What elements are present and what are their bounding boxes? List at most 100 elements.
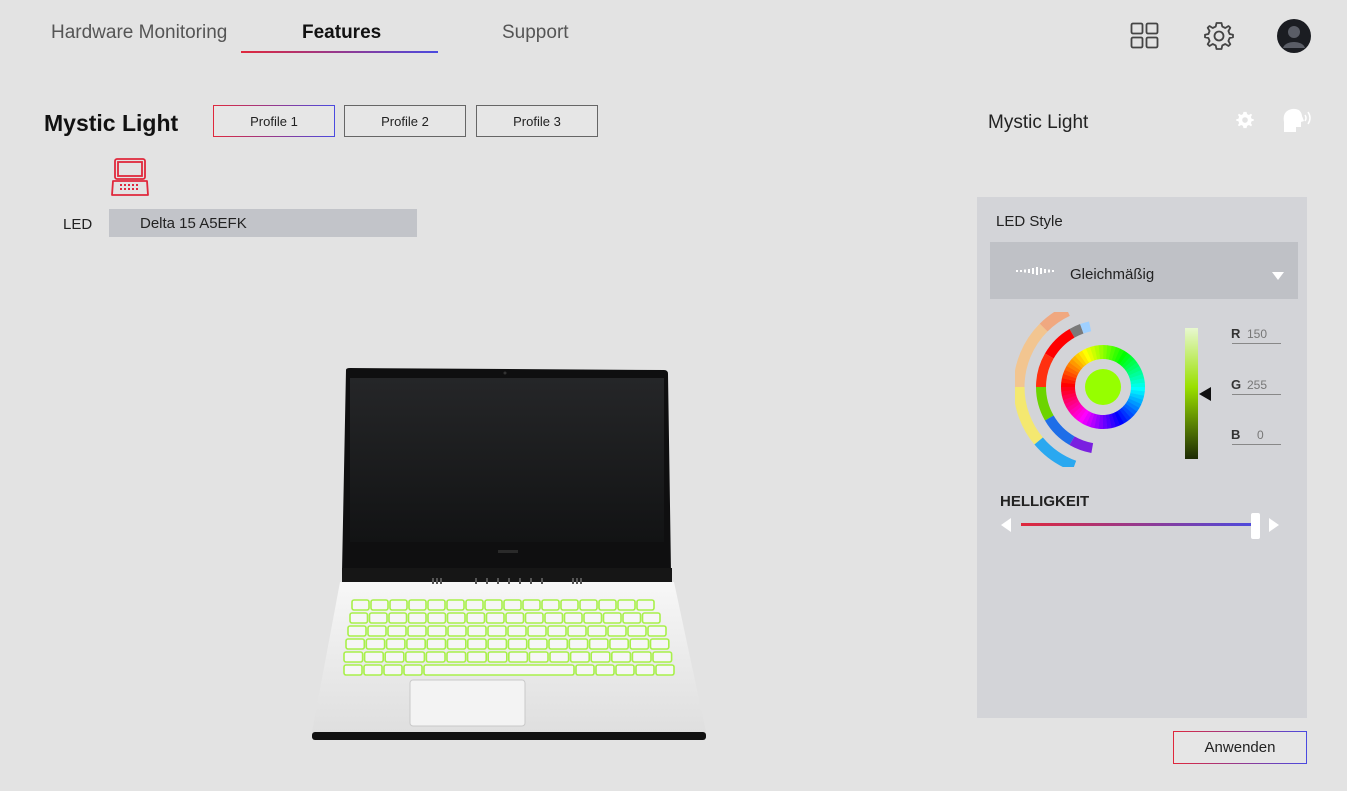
- keyboard-key: [427, 612, 447, 624]
- hue-ring-segment[interactable]: [1082, 348, 1092, 363]
- keyboard-key: [610, 651, 632, 663]
- apply-button[interactable]: Anwenden: [1173, 731, 1307, 764]
- arrow-right-icon[interactable]: [1269, 518, 1279, 537]
- keyboard-key: [647, 625, 667, 637]
- hue-ring-segment[interactable]: [1090, 345, 1098, 361]
- tab-hardware-monitoring[interactable]: Hardware Monitoring: [51, 22, 227, 44]
- tab-support[interactable]: Support: [502, 22, 569, 44]
- keyboard-key: [487, 651, 508, 663]
- profile-2-button[interactable]: Profile 2: [344, 105, 466, 137]
- keyboard-key: [607, 625, 627, 637]
- preset-color-arc[interactable]: [1036, 353, 1054, 388]
- hue-ring-segment[interactable]: [1085, 346, 1095, 362]
- hue-ring-segment[interactable]: [1064, 365, 1079, 376]
- hue-ring-segment[interactable]: [1063, 369, 1078, 379]
- keyboard-key: [427, 599, 446, 611]
- color-wheel-picker[interactable]: [1013, 305, 1185, 472]
- keyboard-key: [548, 638, 569, 650]
- hue-ring-segment[interactable]: [1128, 369, 1144, 379]
- hue-ring-segment[interactable]: [1127, 366, 1142, 376]
- hue-ring-segment[interactable]: [1128, 395, 1143, 405]
- preset-color-arc[interactable]: [1069, 436, 1094, 453]
- hue-ring-segment[interactable]: [1119, 407, 1132, 422]
- hue-ring-segment[interactable]: [1061, 392, 1077, 400]
- hue-ring-segment[interactable]: [1074, 352, 1087, 367]
- hue-ring-segment[interactable]: [1116, 350, 1128, 365]
- hue-ring-segment[interactable]: [1105, 414, 1112, 429]
- hue-ring-segment[interactable]: [1129, 374, 1145, 382]
- hue-ring-segment[interactable]: [1114, 348, 1125, 363]
- profile-1-button[interactable]: Profile 1: [213, 105, 335, 137]
- r-value-field[interactable]: 150: [1232, 327, 1281, 344]
- hue-ring-segment[interactable]: [1064, 398, 1079, 408]
- keyboard-key: [446, 599, 465, 611]
- preset-color-arc[interactable]: [1039, 305, 1071, 332]
- hue-ring-segment[interactable]: [1061, 373, 1077, 382]
- device-name: Delta 15 A5EFK: [140, 214, 247, 232]
- hue-ring-segment[interactable]: [1108, 413, 1116, 429]
- hue-ring-segment[interactable]: [1123, 403, 1137, 416]
- hue-ring-segment[interactable]: [1129, 392, 1145, 401]
- hue-ring-segment[interactable]: [1081, 411, 1092, 426]
- hue-ring-segment[interactable]: [1078, 350, 1090, 365]
- hue-ring-segment[interactable]: [1111, 347, 1121, 362]
- preset-color-arc[interactable]: [1069, 324, 1084, 338]
- hue-ring-segment[interactable]: [1105, 345, 1113, 360]
- preset-color-arc[interactable]: [1044, 328, 1075, 359]
- hue-ring-segment[interactable]: [1116, 409, 1128, 424]
- grid-icon[interactable]: [1130, 22, 1160, 55]
- hue-ring-segment[interactable]: [1108, 345, 1117, 361]
- keyboard-key: [343, 664, 363, 676]
- keyboard-key: [487, 625, 507, 637]
- laptop-icon[interactable]: [110, 157, 150, 202]
- hue-ring-segment[interactable]: [1066, 362, 1081, 374]
- hue-ring-segment[interactable]: [1085, 412, 1095, 427]
- hue-ring-segment[interactable]: [1061, 377, 1076, 385]
- hue-ring-segment[interactable]: [1068, 403, 1083, 416]
- hue-ring-segment[interactable]: [1061, 389, 1076, 396]
- hue-ring-segment[interactable]: [1119, 353, 1132, 367]
- arrow-left-icon[interactable]: [1001, 518, 1011, 537]
- g-value-field[interactable]: 255: [1232, 378, 1281, 395]
- hue-ring-segment[interactable]: [1066, 400, 1081, 412]
- hue-ring-segment[interactable]: [1071, 355, 1085, 369]
- preset-color-arc[interactable]: [1013, 386, 1043, 445]
- preset-color-arc[interactable]: [1036, 386, 1054, 421]
- hue-ring-segment[interactable]: [1125, 400, 1140, 412]
- tab-features[interactable]: Features: [302, 22, 381, 44]
- hue-ring-segment[interactable]: [1094, 345, 1101, 360]
- hue-ring-segment[interactable]: [1071, 405, 1085, 419]
- keyboard-key: [636, 599, 655, 611]
- brightness-slider-thumb[interactable]: [1250, 513, 1260, 539]
- hue-ring-segment[interactable]: [1074, 407, 1087, 421]
- led-style-dropdown[interactable]: Gleichmäßig: [990, 242, 1298, 299]
- hue-ring-segment[interactable]: [1111, 412, 1121, 428]
- hue-ring-segment[interactable]: [1089, 413, 1098, 429]
- brightness-slider-track[interactable]: [1021, 523, 1257, 526]
- hue-ring-segment[interactable]: [1114, 411, 1124, 426]
- hue-ring-segment[interactable]: [1121, 355, 1135, 369]
- b-value-field[interactable]: 0: [1232, 428, 1281, 445]
- color-bar-pointer-icon[interactable]: [1199, 387, 1211, 406]
- hue-ring-segment[interactable]: [1062, 395, 1078, 405]
- voice-control-icon[interactable]: [1280, 106, 1314, 139]
- preset-color-arc[interactable]: [1080, 321, 1092, 334]
- keyboard-key: [575, 664, 595, 676]
- preset-color-arc[interactable]: [1044, 415, 1075, 446]
- color-brightness-bar[interactable]: [1185, 328, 1198, 459]
- hue-ring-segment[interactable]: [1093, 414, 1101, 429]
- hue-ring-segment[interactable]: [1078, 409, 1090, 424]
- hue-ring-segment[interactable]: [1121, 405, 1135, 419]
- hue-ring-segment[interactable]: [1069, 358, 1083, 371]
- gear-icon[interactable]: [1203, 20, 1235, 57]
- hue-ring-segment[interactable]: [1127, 398, 1142, 409]
- hue-ring-segment[interactable]: [1125, 362, 1140, 374]
- hue-ring-segment[interactable]: [1123, 358, 1138, 371]
- device-selector[interactable]: Delta 15 A5EFK: [109, 209, 417, 237]
- side-gear-icon[interactable]: [1235, 110, 1255, 135]
- hue-ring-segment[interactable]: [1130, 389, 1145, 397]
- profile-3-button[interactable]: Profile 3: [476, 105, 598, 137]
- preset-color-arc[interactable]: [1034, 437, 1077, 472]
- user-avatar-icon[interactable]: [1276, 18, 1312, 59]
- hue-ring-segment[interactable]: [1130, 378, 1145, 385]
